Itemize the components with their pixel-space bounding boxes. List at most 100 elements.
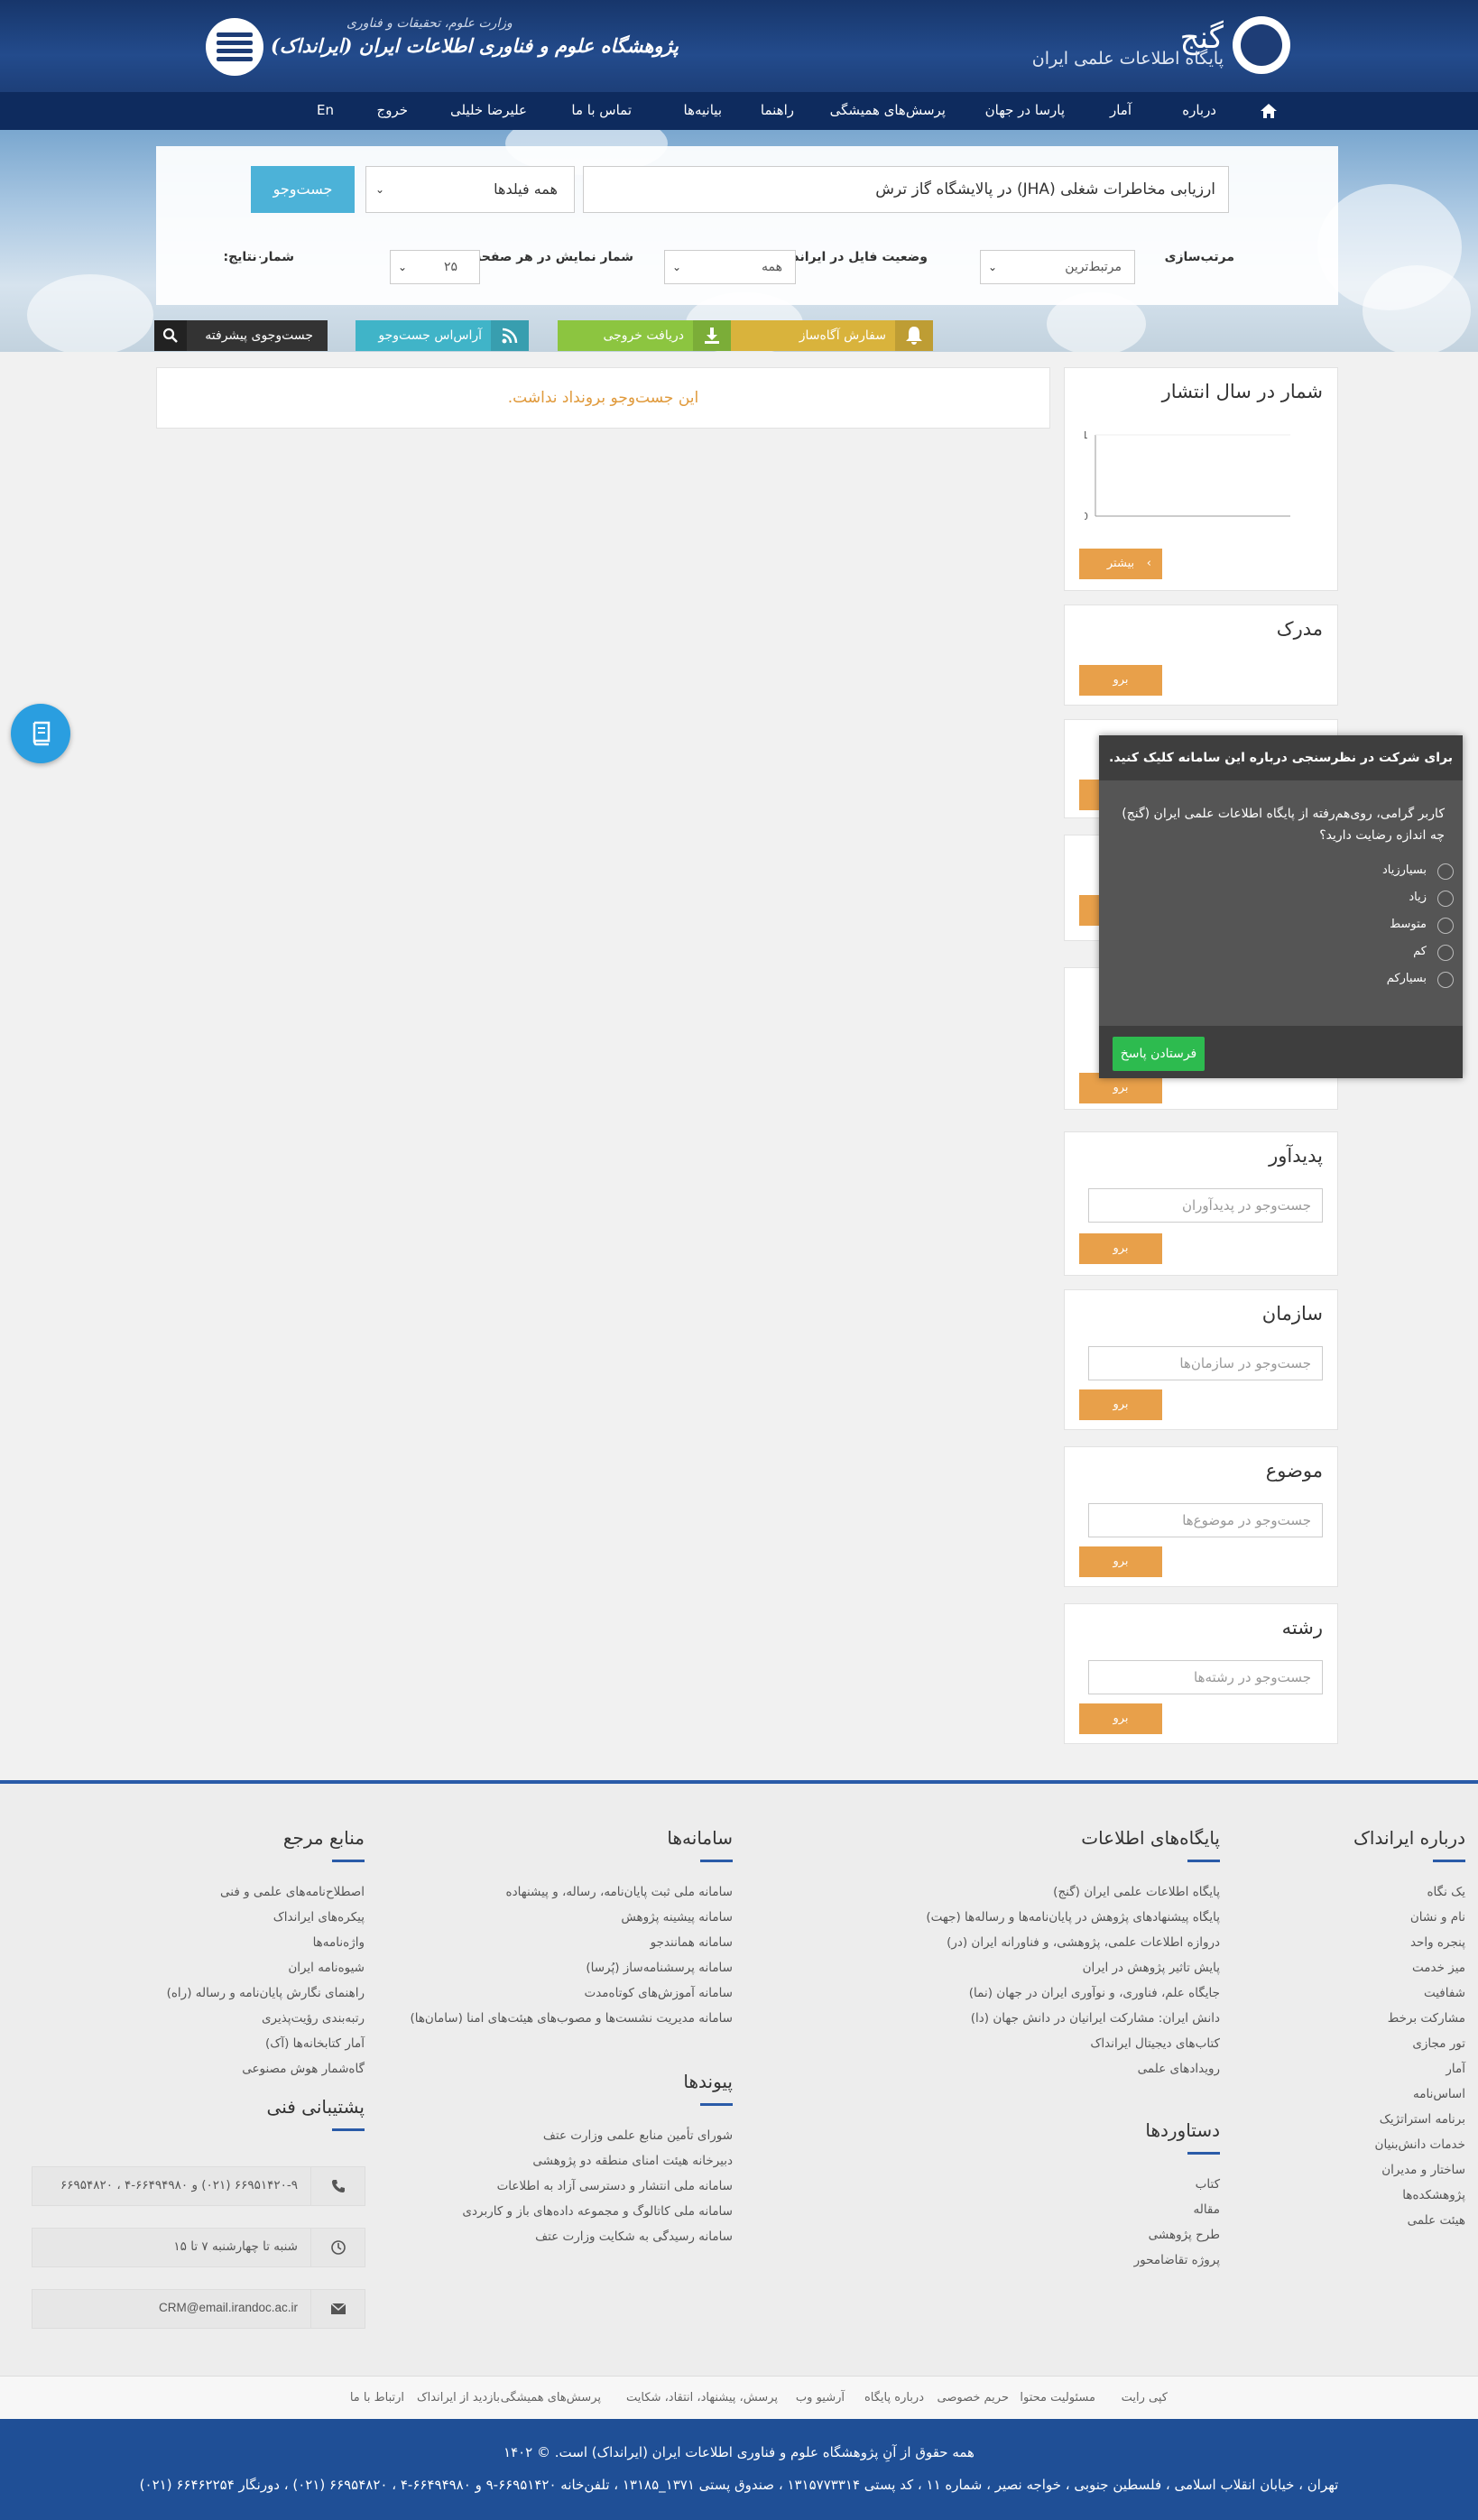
survey-submit-button[interactable]: فرستادن پاسخ: [1113, 1037, 1205, 1071]
bottom-link[interactable]: درباره پایگاه: [864, 2391, 924, 2405]
home-icon[interactable]: [1258, 100, 1279, 122]
nav-contact[interactable]: تماس با ما: [571, 102, 632, 118]
alert-order-button[interactable]: سفارش آگاه‌ساز: [709, 320, 933, 351]
footer-about-link[interactable]: خدمات دانش‌بنیان: [1375, 2137, 1465, 2152]
nav-guide[interactable]: راهنما: [761, 102, 794, 118]
footer-about-link[interactable]: یک نگاه: [1427, 1885, 1465, 1899]
survey-header[interactable]: برای شرکت در نظرسنجی درباره این سامانه ک…: [1099, 735, 1463, 780]
org-title[interactable]: پژوهشگاه علوم و فناوری اطلاعات ایران (ای…: [271, 34, 679, 57]
degree-go-button[interactable]: برو: [1079, 665, 1162, 696]
footer-related-link[interactable]: شورای تأمین منابع علمی وزارت عتف: [543, 2128, 733, 2143]
bottom-link[interactable]: بازدید از ایرانداک: [417, 2391, 500, 2405]
radio-icon[interactable]: [1437, 918, 1454, 934]
nav-user[interactable]: علیرضا خلیلی: [450, 102, 527, 118]
nav-faq[interactable]: پرسش‌های همیشگی: [830, 102, 946, 118]
footer-about-link[interactable]: نام و نشان: [1410, 1910, 1465, 1925]
more-button[interactable]: بیشتر ›: [1079, 549, 1162, 579]
field-go-button[interactable]: برو: [1079, 1703, 1162, 1734]
footer-db-link[interactable]: جایگاه علم، فناوری، و نوآوری ایران در جه…: [969, 1986, 1220, 2000]
footer-achievement-link[interactable]: کتاب: [1196, 2177, 1220, 2192]
book-icon[interactable]: [11, 704, 70, 763]
footer-related-link[interactable]: سامانه ملی کاتالوگ و مجموعه داده‌های باز…: [462, 2204, 733, 2219]
support-email[interactable]: CRM@email.irandoc.ac.ir: [32, 2289, 365, 2329]
irandoc-logo-icon[interactable]: [206, 18, 263, 76]
footer-db-link[interactable]: دروازه اطلاعات علمی، پژوهشی، و فناورانه …: [947, 1935, 1220, 1950]
radio-icon[interactable]: [1437, 863, 1454, 880]
nav-english[interactable]: En: [317, 102, 334, 118]
nav-statements[interactable]: بیانیه‌ها: [684, 102, 723, 118]
footer-ref-link[interactable]: شیوه‌نامه ایران: [288, 1961, 365, 1975]
rss-button[interactable]: آراس‌اس جست‌وجو: [356, 320, 529, 351]
footer-ref-link[interactable]: رتبه‌بندی رؤیت‌پذیری: [262, 2011, 365, 2026]
survey-option-very-high[interactable]: بسیارزیاد: [1382, 863, 1454, 880]
creator-go-button[interactable]: برو: [1079, 1233, 1162, 1264]
bottom-link[interactable]: پرسش، پیشنهاد، انتقاد، شکایت: [626, 2391, 778, 2405]
survey-option-low[interactable]: کم: [1413, 945, 1454, 961]
footer-about-link[interactable]: پنجره واحد: [1410, 1935, 1465, 1950]
footer-ref-link[interactable]: پیکره‌های ایرانداک: [273, 1910, 365, 1925]
footer-db-link[interactable]: کتاب‌های دیجیتال ایرانداک: [1090, 2036, 1220, 2051]
footer-about-link[interactable]: برنامه استراتژیک: [1380, 2112, 1465, 2127]
sort-select[interactable]: مرتبط‌ترین ⌄: [980, 250, 1135, 284]
footer-ref-link[interactable]: واژه‌نامه‌ها: [313, 1935, 365, 1950]
export-button[interactable]: دریافت خروجی: [558, 320, 731, 351]
footer-about-link[interactable]: هیئت علمی: [1408, 2213, 1465, 2228]
radio-icon[interactable]: [1437, 945, 1454, 961]
footer-about-link[interactable]: شفافیت: [1424, 1986, 1465, 2000]
footer-about-link[interactable]: میز خدمت: [1412, 1961, 1465, 1975]
footer-about-link[interactable]: تور مجازی: [1412, 2036, 1465, 2051]
ganj-logo-icon[interactable]: [1233, 16, 1290, 74]
bottom-link[interactable]: آرشیو وب: [796, 2391, 845, 2405]
footer-system-link[interactable]: سامانه همانندجو: [651, 1935, 733, 1950]
file-status-select[interactable]: همه ⌄: [664, 250, 796, 284]
footer-system-link[interactable]: سامانه پرسشنامه‌ساز (پُرسا): [586, 1961, 733, 1975]
footer-about-link[interactable]: پژوهشکده‌ها: [1402, 2188, 1465, 2202]
creator-search-input[interactable]: جست‌وجو در پدیدآوران: [1088, 1188, 1323, 1223]
footer-achievement-link[interactable]: پروژه تقاضامحور: [1134, 2253, 1220, 2267]
search-input[interactable]: ارزیابی مخاطرات شغلی (JHA) در پالایشگاه …: [583, 166, 1229, 213]
footer-related-link[interactable]: سامانه ملی انتشار و دسترسی آزاد به اطلاع…: [497, 2179, 733, 2193]
footer-system-link[interactable]: سامانه پیشینه پژوهش: [621, 1910, 733, 1925]
page-size-select[interactable]: ۲۵ ⌄: [390, 250, 480, 284]
footer-ref-link[interactable]: اصطلاح‌نامه‌های علمی و فنی: [220, 1885, 365, 1899]
footer-system-link[interactable]: سامانه آموزش‌های کوتاه‌مدت: [585, 1986, 733, 2000]
bottom-link[interactable]: پرسش‌های همیشگی: [501, 2391, 601, 2405]
footer-db-link[interactable]: دانش ایران: مشارکت ایرانیان در دانش جهان…: [971, 2011, 1220, 2026]
footer-ref-link[interactable]: راهنمای نگارش پایان‌نامه و رساله (راه): [167, 1986, 365, 2000]
footer-achievement-link[interactable]: طرح پژوهشی: [1149, 2228, 1220, 2242]
footer-db-link[interactable]: پایگاه پیشنهادهای پژوهش در پایان‌نامه‌ها…: [926, 1910, 1220, 1925]
footer-system-link[interactable]: سامانه مدیریت نشست‌ها و مصوب‌های هیئت‌ها…: [410, 2011, 733, 2026]
org-search-input[interactable]: جست‌وجو در سازمان‌ها: [1088, 1346, 1323, 1380]
footer-about-link[interactable]: آمار: [1446, 2062, 1465, 2076]
footer-achievement-link[interactable]: مقاله: [1193, 2202, 1220, 2217]
advanced-search-button[interactable]: جست‌وجوی پیشرفته: [154, 320, 328, 351]
footer-db-link[interactable]: پایش تاثیر پژوهش در ایران: [1083, 1961, 1220, 1975]
survey-option-medium[interactable]: متوسط: [1390, 918, 1454, 934]
footer-about-link[interactable]: ساختار و مدیران: [1381, 2163, 1465, 2177]
nav-logout[interactable]: خروج: [377, 102, 408, 118]
search-button[interactable]: جست‌وجو: [251, 166, 355, 213]
radio-icon[interactable]: [1437, 891, 1454, 907]
subject-search-input[interactable]: جست‌وجو در موضوع‌ها: [1088, 1503, 1323, 1537]
radio-icon[interactable]: [1437, 972, 1454, 988]
footer-ref-link[interactable]: آمار کتابخانه‌ها (آک): [265, 2036, 365, 2051]
nav-stats[interactable]: آمار: [1110, 102, 1132, 118]
footer-about-link[interactable]: اساس‌نامه: [1413, 2087, 1465, 2101]
footer-related-link[interactable]: دبیرخانه هیئت امنای منطقه دو پژوهشی: [532, 2154, 733, 2168]
footer-related-link[interactable]: سامانه رسیدگی به شکایت وزارت عتف: [535, 2229, 733, 2244]
footer-db-link[interactable]: پایگاه اطلاعات علمی ایران (گنج): [1053, 1885, 1220, 1899]
subject-go-button[interactable]: برو: [1079, 1546, 1162, 1577]
support-phone[interactable]: ۶۶۹۵۱۴۲۰-۹ (۰۲۱) و ۶۶۴۹۴۹۸۰-۴ ، ۶۶۹۵۴۸۲۰: [32, 2166, 365, 2206]
org-go-button[interactable]: برو: [1079, 1389, 1162, 1420]
survey-option-very-low[interactable]: بسیارکم: [1387, 972, 1454, 988]
nav-parsa[interactable]: پارسا در جهان: [985, 102, 1065, 118]
bottom-link[interactable]: کپی رایت: [1122, 2391, 1168, 2405]
bottom-link[interactable]: ارتباط با ما: [350, 2391, 404, 2405]
footer-ref-link[interactable]: گاه‌شمار هوش مصنوعی: [242, 2062, 365, 2076]
field-search-input[interactable]: جست‌وجو در رشته‌ها: [1088, 1660, 1323, 1694]
footer-db-link[interactable]: رویدادهای علمی: [1138, 2062, 1220, 2076]
nav-about[interactable]: درباره: [1182, 102, 1216, 118]
footer-system-link[interactable]: سامانه ملی ثبت پایان‌نامه، رساله، و پیشن…: [506, 1885, 733, 1899]
survey-option-high[interactable]: زیاد: [1409, 891, 1454, 907]
bottom-link[interactable]: مسئولیت محتوا: [1020, 2391, 1095, 2405]
